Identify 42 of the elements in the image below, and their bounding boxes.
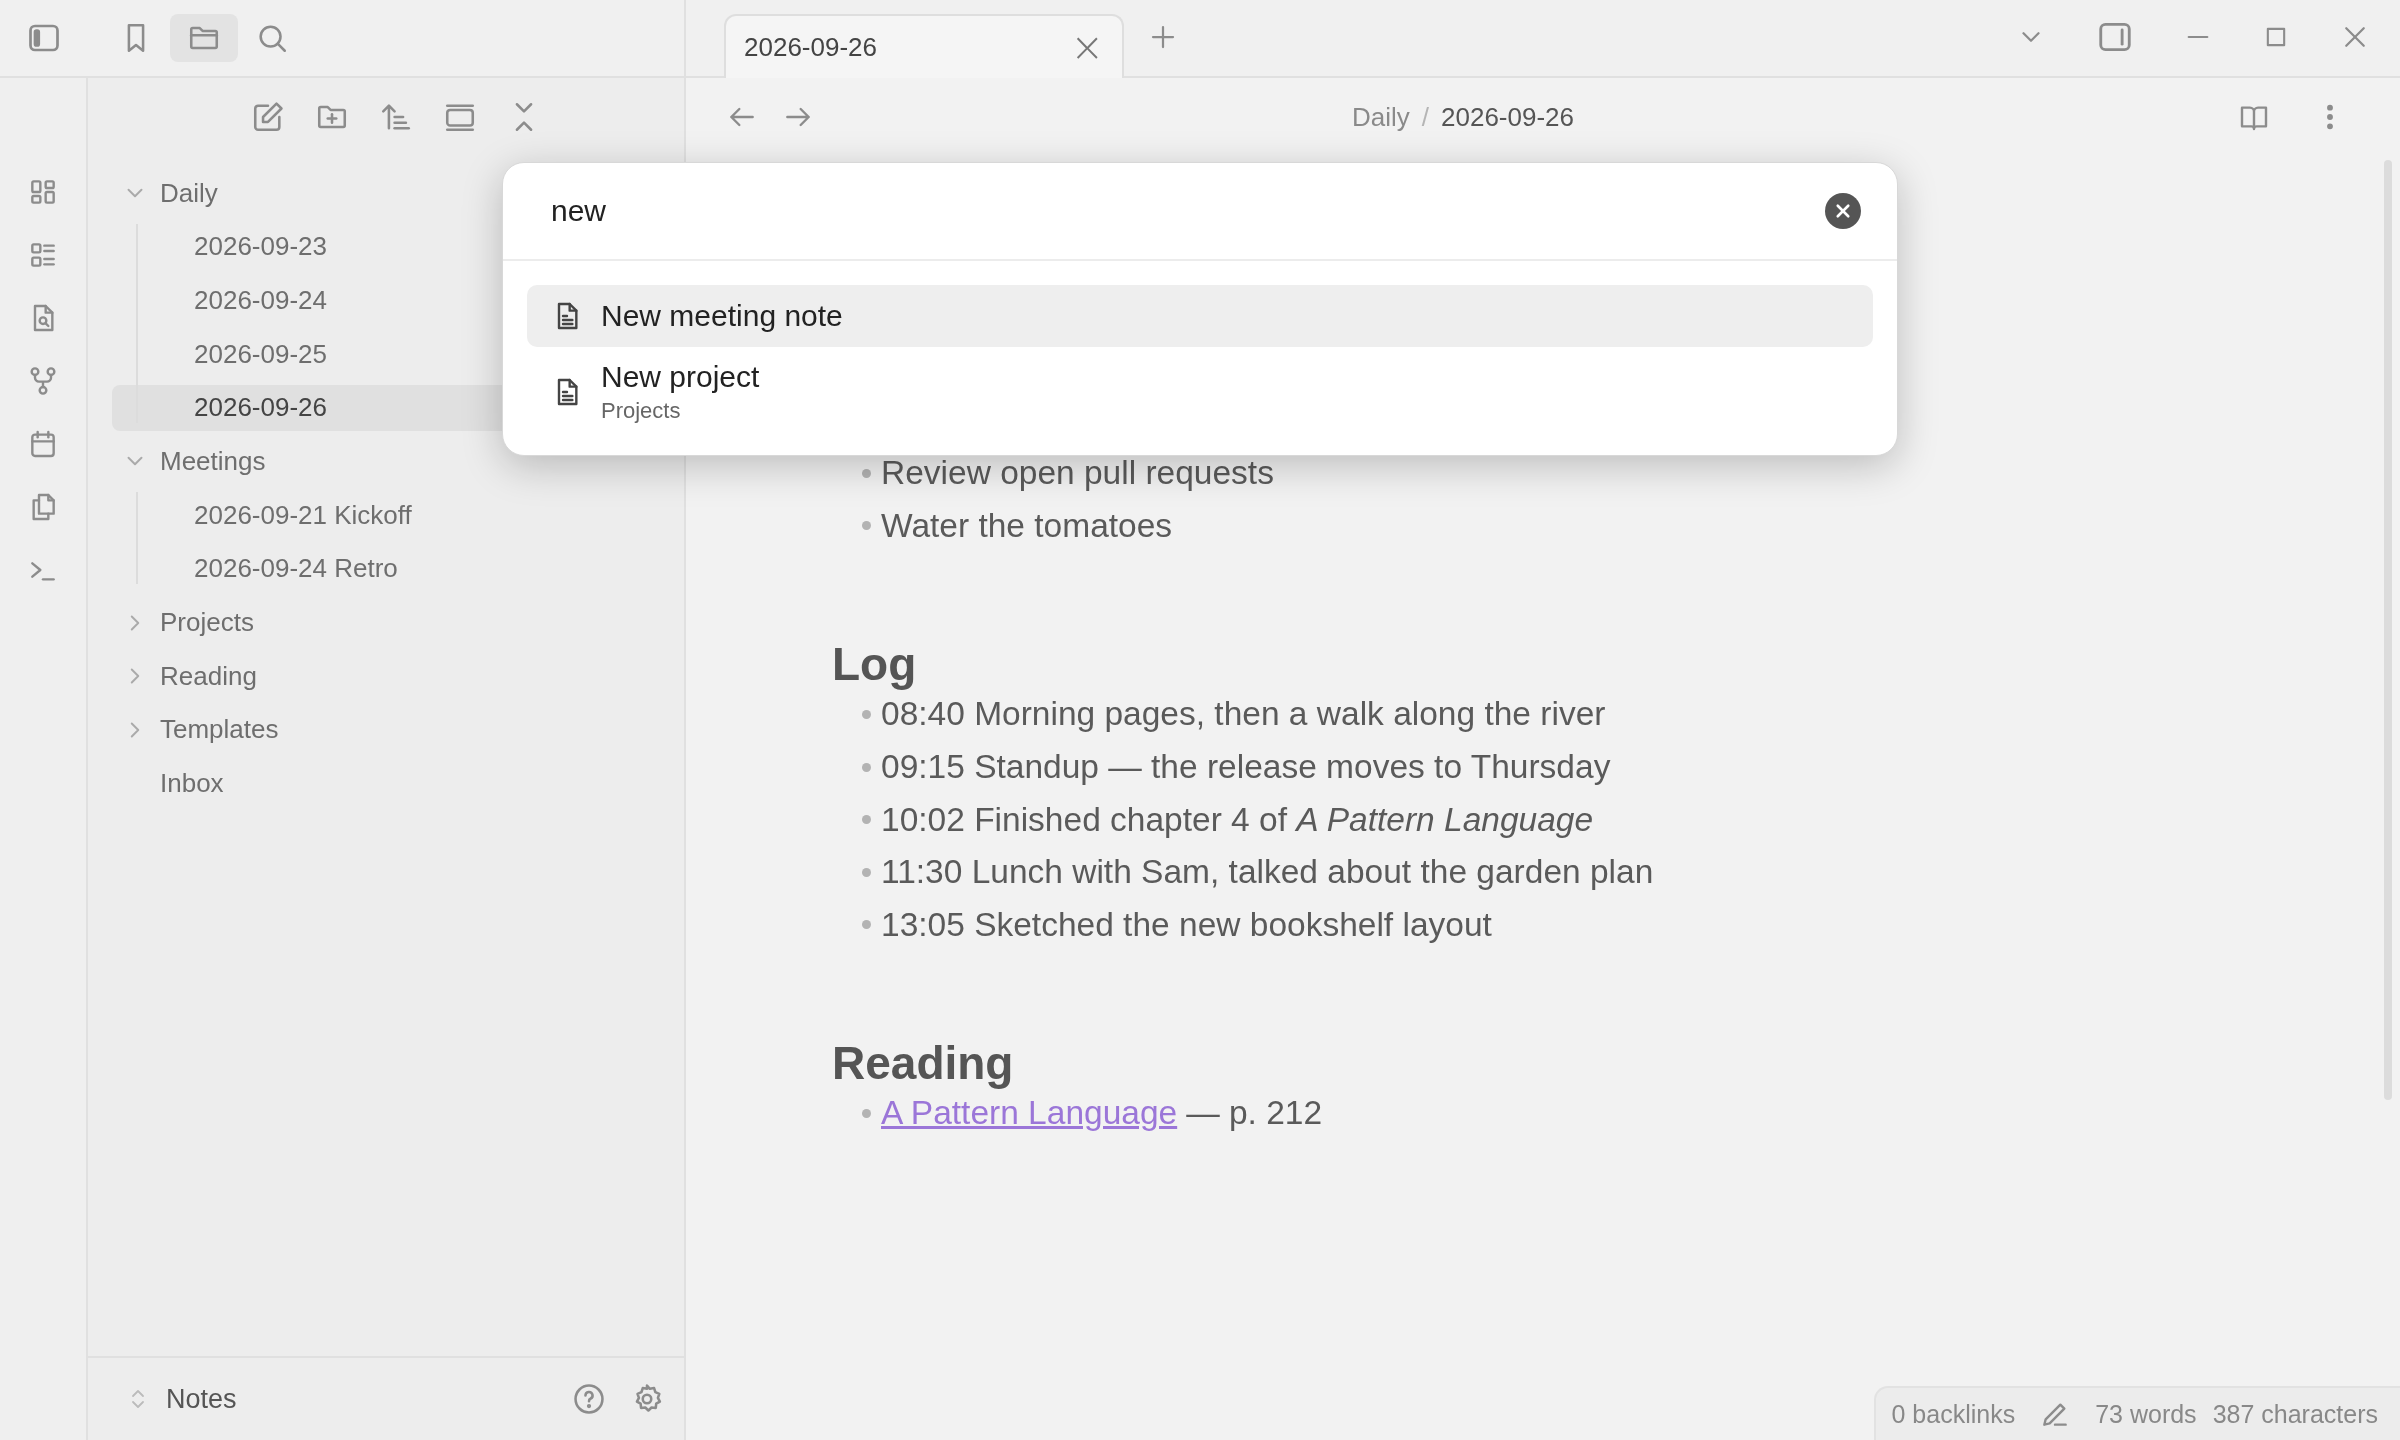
backlinks-count[interactable]: 0 backlinks <box>1891 1399 2016 1429</box>
list-item-text: 09:15 Standup — the release moves to Thursday <box>881 748 1611 787</box>
search-field[interactable]: new <box>551 194 1825 228</box>
list-item-text: 08:40 Morning pages, then a walk along the river <box>881 695 1606 734</box>
bullet-icon <box>862 762 871 772</box>
list-item-text: 13:05 Sketched the new bookshelf layout <box>881 905 1492 944</box>
breadcrumb-separator: / <box>1421 101 1429 133</box>
folder-item[interactable]: Templates <box>112 706 684 753</box>
new-note-icon[interactable] <box>251 100 285 134</box>
list-item-text: Review open pull requests <box>881 454 1274 493</box>
folder-tab[interactable] <box>170 14 238 62</box>
list-item-text: — p. 212 <box>1186 1094 1323 1133</box>
note-heading: Log <box>832 637 918 693</box>
note-heading: Reading <box>832 1036 1015 1092</box>
bullet-icon <box>862 468 871 478</box>
note-link[interactable]: A Pattern Language <box>881 1094 1178 1133</box>
bullet-icon <box>862 920 871 930</box>
list-item-text: Water the tomatoes <box>881 506 1173 545</box>
breadcrumb-note[interactable]: 2026-09-26 <box>1441 101 1574 133</box>
bullet-icon <box>862 867 871 877</box>
clear-button[interactable] <box>1825 193 1861 229</box>
bullet-icon <box>862 1108 871 1118</box>
folder-item[interactable]: Reading <box>112 653 684 700</box>
bullet-icon <box>862 710 871 719</box>
word-count: 73 words <box>2095 1399 2197 1429</box>
close-icon <box>1834 202 1852 220</box>
folder-item[interactable]: Projects <box>112 599 684 646</box>
close-tab-button[interactable]: × <box>1070 27 1104 67</box>
list-item-text: 10:02 Finished chapter 4 of A Pattern Language <box>881 800 1594 839</box>
file-item[interactable]: 2026-09-24 Retro <box>112 545 684 592</box>
file-item[interactable]: Inbox <box>112 760 684 807</box>
list-item-text: 11:30 Lunch with Sam, talked about the garden plan <box>881 853 1654 892</box>
result-item[interactable]: New meeting note <box>527 285 1873 347</box>
breadcrumb-folder[interactable]: Daily <box>1352 101 1410 133</box>
help-icon[interactable] <box>572 1382 606 1416</box>
vault-name[interactable]: Notes <box>166 1383 548 1415</box>
bullet-icon <box>862 815 871 825</box>
note-tab[interactable]: 2026-09-26 × <box>724 14 1124 78</box>
character-count: 387 characters <box>2212 1399 2378 1429</box>
bullet-icon <box>862 521 871 531</box>
file-item[interactable]: 2026-09-21 Kickoff <box>112 492 684 539</box>
folder-item[interactable]: Meetings <box>112 438 684 485</box>
